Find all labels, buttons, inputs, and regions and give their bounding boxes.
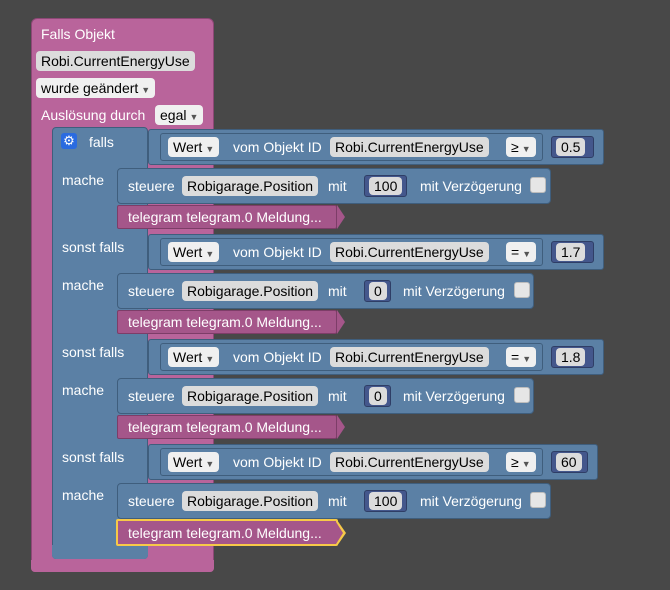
operator-dropdown-3[interactable]: = ▼ (506, 347, 537, 367)
with-delay-label-1: mit Verzögerung (420, 178, 522, 194)
compare-value-field-3[interactable]: 1.8 (556, 348, 586, 366)
delay-checkbox-2[interactable] (514, 282, 530, 298)
compare-number-block-2[interactable]: 1.7 (551, 241, 594, 263)
with-label-4: mit (328, 493, 347, 509)
control-label-4: steuere (128, 493, 175, 509)
object-id-field-1[interactable]: Robi.CurrentEnergyUse (330, 137, 489, 157)
from-object-label-2: vom Objekt ID (233, 244, 322, 260)
else-if-label-2: sonst falls (62, 239, 125, 255)
value-dropdown-3[interactable]: Wert ▼ (168, 347, 220, 367)
telegram-label-4: telegram telegram.0 Meldung... (128, 525, 322, 541)
dropdown-arrow-icon: ▼ (189, 112, 199, 122)
delay-checkbox-3[interactable] (514, 387, 530, 403)
trigger-value-dropdown[interactable]: egal ▼ (155, 105, 204, 125)
set-value-field-2[interactable]: 0 (369, 282, 387, 300)
set-number-block-2[interactable]: 0 (364, 280, 391, 302)
control-label-1: steuere (128, 178, 175, 194)
trigger-condition-dropdown[interactable]: wurde geändert ▼ (36, 78, 156, 98)
compare-value-field-1[interactable]: 0.5 (556, 138, 586, 156)
with-label-3: mit (328, 388, 347, 404)
compare-number-block-1[interactable]: 0.5 (551, 136, 594, 158)
operator-label: ≥ (511, 454, 519, 470)
else-if-label-3: sonst falls (62, 344, 125, 360)
with-label-2: mit (328, 283, 347, 299)
trigger-by-label: Auslösung durch (41, 107, 146, 123)
dropdown-arrow-icon: ▼ (205, 459, 215, 469)
telegram-label-2: telegram telegram.0 Meldung... (128, 314, 322, 330)
value-dropdown-label: Wert (173, 139, 203, 155)
delay-checkbox-1[interactable] (530, 177, 546, 193)
from-object-label-1: vom Objekt ID (233, 139, 322, 155)
operator-label: ≥ (511, 139, 519, 155)
dropdown-arrow-icon: ▼ (521, 144, 531, 154)
compare-number-block-3[interactable]: 1.8 (551, 346, 594, 368)
dropdown-arrow-icon: ▼ (205, 249, 215, 259)
do-label-1: mache (62, 172, 105, 188)
trigger-object-id-field[interactable]: Robi.CurrentEnergyUse (36, 51, 195, 71)
control-label-2: steuere (128, 283, 175, 299)
do-label-4: mache (62, 487, 105, 503)
value-dropdown-label: Wert (173, 244, 203, 260)
target-field-2[interactable]: Robigarage.Position (182, 281, 319, 301)
dropdown-arrow-icon: ▼ (141, 85, 151, 95)
else-if-label-4: sonst falls (62, 449, 125, 465)
target-field-4[interactable]: Robigarage.Position (182, 491, 319, 511)
value-dropdown-4[interactable]: Wert ▼ (168, 452, 220, 472)
operator-label: = (511, 349, 520, 365)
with-label-1: mit (328, 178, 347, 194)
do-label-3: mache (62, 382, 105, 398)
operator-dropdown-1[interactable]: ≥ ▼ (506, 137, 536, 157)
value-dropdown-1[interactable]: Wert ▼ (168, 137, 220, 157)
do-label-2: mache (62, 277, 105, 293)
trigger-value-label: egal (160, 107, 187, 123)
telegram-label-3: telegram telegram.0 Meldung... (128, 419, 322, 435)
gear-icon[interactable]: ⚙ (61, 133, 77, 149)
object-id-field-2[interactable]: Robi.CurrentEnergyUse (330, 242, 489, 262)
dropdown-arrow-icon: ▼ (205, 354, 215, 364)
trigger-condition-label: wurde geändert (41, 80, 139, 96)
with-delay-label-2: mit Verzögerung (403, 283, 505, 299)
target-field-3[interactable]: Robigarage.Position (182, 386, 319, 406)
value-dropdown-2[interactable]: Wert ▼ (168, 242, 220, 262)
operator-dropdown-4[interactable]: ≥ ▼ (506, 452, 536, 472)
with-delay-label-3: mit Verzögerung (403, 388, 505, 404)
control-label-3: steuere (128, 388, 175, 404)
set-number-block-1[interactable]: 100 (364, 175, 407, 197)
object-id-field-4[interactable]: Robi.CurrentEnergyUse (330, 452, 489, 472)
from-object-label-4: vom Objekt ID (233, 454, 322, 470)
dropdown-arrow-icon: ▼ (521, 459, 531, 469)
compare-value-field-2[interactable]: 1.7 (556, 243, 586, 261)
value-dropdown-label: Wert (173, 454, 203, 470)
set-value-field-3[interactable]: 0 (369, 387, 387, 405)
value-dropdown-label: Wert (173, 349, 203, 365)
compare-value-field-4[interactable]: 60 (556, 453, 582, 471)
from-object-label-3: vom Objekt ID (233, 349, 322, 365)
target-field-1[interactable]: Robigarage.Position (182, 176, 319, 196)
set-value-field-4[interactable]: 100 (369, 492, 403, 510)
object-id-field-3[interactable]: Robi.CurrentEnergyUse (330, 347, 489, 367)
dropdown-arrow-icon: ▼ (522, 354, 532, 364)
dropdown-arrow-icon: ▼ (205, 144, 215, 154)
trigger-title: Falls Objekt (41, 26, 115, 42)
set-value-field-1[interactable]: 100 (369, 177, 403, 195)
set-number-block-4[interactable]: 100 (364, 490, 407, 512)
with-delay-label-4: mit Verzögerung (420, 493, 522, 509)
set-number-block-3[interactable]: 0 (364, 385, 391, 407)
telegram-label-1: telegram telegram.0 Meldung... (128, 209, 322, 225)
compare-number-block-4[interactable]: 60 (551, 451, 588, 473)
if-label: falls (89, 134, 114, 150)
operator-dropdown-2[interactable]: = ▼ (506, 242, 537, 262)
dropdown-arrow-icon: ▼ (522, 249, 532, 259)
delay-checkbox-4[interactable] (530, 492, 546, 508)
operator-label: = (511, 244, 520, 260)
